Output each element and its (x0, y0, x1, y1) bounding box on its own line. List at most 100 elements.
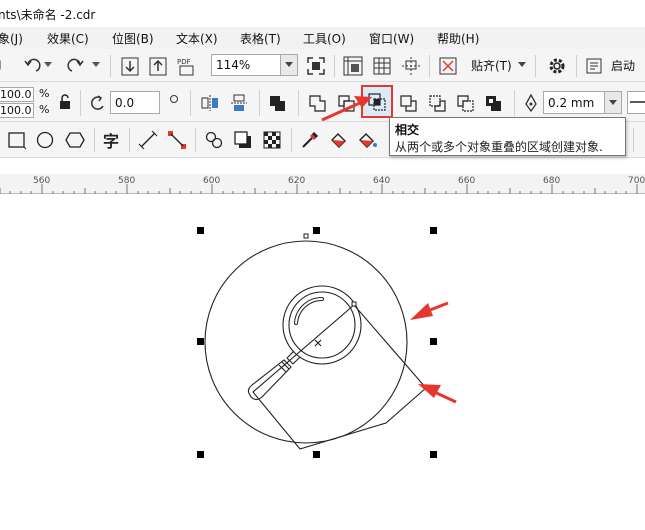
full-screen-icon[interactable] (305, 55, 327, 77)
scale-x-percent: % (39, 87, 50, 100)
publish-pdf-icon[interactable]: PDF (176, 55, 198, 77)
ruler-label: 600 (203, 176, 221, 186)
zoom-level-field[interactable]: 114% (211, 54, 281, 76)
parallel-dimension-icon[interactable] (137, 129, 159, 151)
window-title: nts\未命名 -2.cdr (0, 8, 96, 22)
menu-object[interactable]: 象(J) (0, 30, 23, 47)
svg-text:PDF: PDF (177, 58, 191, 66)
redo-dropdown-icon[interactable] (92, 61, 100, 69)
text-tool-icon[interactable]: 字 (100, 128, 122, 152)
ruler-label: 560 (33, 176, 51, 186)
toolbar-separator (129, 128, 130, 152)
grid-toggle-icon[interactable] (371, 55, 393, 77)
open-icon[interactable] (0, 57, 4, 73)
standard-toolbar: PDF 114% 贴齐(T) 启动 (0, 49, 645, 82)
toolbar-separator (535, 55, 536, 77)
ruler-label: 620 (288, 176, 306, 186)
ellipse-tool-icon[interactable] (35, 129, 57, 151)
annotation-arrow-icon (410, 301, 449, 320)
toolbar-separator (298, 90, 299, 116)
rectangle-shape[interactable] (252, 304, 427, 450)
annotation-arrow-icon (418, 384, 457, 404)
chevron-down-icon (285, 62, 293, 67)
snap-dropdown-icon[interactable] (518, 61, 526, 69)
launch-label[interactable]: 启动 (611, 57, 635, 74)
lock-ratio-icon[interactable] (58, 94, 72, 110)
node-handle[interactable] (351, 301, 357, 307)
toolbar-separator (291, 128, 292, 152)
outline-width-field[interactable]: 0.2 mm (543, 91, 605, 114)
menu-bitmaps[interactable]: 位图(B) (112, 30, 154, 47)
create-boundary-icon[interactable] (483, 92, 505, 114)
large-circle-shape[interactable] (204, 240, 408, 444)
undo-dropdown-icon[interactable] (44, 61, 52, 69)
simplify-icon[interactable] (398, 92, 420, 114)
callout-arrow-icon (321, 96, 372, 122)
ruler-label: 700 (628, 176, 645, 186)
mirror-vertical-icon[interactable] (228, 92, 250, 114)
toolbar-separator (190, 90, 191, 116)
ruler-toggle-icon[interactable] (342, 55, 364, 77)
import-icon[interactable] (120, 55, 140, 77)
transparency-tool-icon[interactable] (261, 129, 283, 151)
node-handle[interactable] (303, 233, 309, 239)
selection-handle-top-center[interactable] (313, 227, 320, 234)
ruler-label: 680 (543, 176, 561, 186)
menu-help[interactable]: 帮助(H) (437, 30, 479, 47)
interactive-fill-icon[interactable] (328, 129, 350, 151)
center-x-mark (314, 339, 322, 347)
selection-handle-top-left[interactable] (197, 227, 204, 234)
redo-icon[interactable] (66, 56, 86, 76)
blend-tool-icon[interactable] (203, 129, 225, 151)
toolbar-separator (576, 55, 577, 77)
zoom-dropdown-button[interactable] (281, 54, 298, 76)
selection-handle-bottom-right[interactable] (430, 451, 437, 458)
toolbar-separator (94, 128, 95, 152)
polygon-tool-icon[interactable] (64, 129, 86, 151)
selection-handle-top-right[interactable] (430, 227, 437, 234)
ruler-label: 640 (373, 176, 391, 186)
selection-handle-bottom-left[interactable] (197, 451, 204, 458)
undo-icon[interactable] (22, 56, 42, 76)
outline-width-dropdown[interactable] (605, 91, 622, 114)
export-icon[interactable] (148, 55, 168, 77)
title-bar: nts\未命名 -2.cdr (0, 0, 645, 27)
settings-gear-icon[interactable] (546, 55, 568, 77)
connector-tool-icon[interactable] (166, 129, 188, 151)
snap-to-label[interactable]: 贴齐(T) (471, 57, 512, 74)
outline-pen-icon (522, 92, 540, 114)
ruler-label: 660 (458, 176, 476, 186)
menu-window[interactable]: 窗口(W) (369, 30, 414, 47)
horizontal-ruler[interactable]: 560 580 600 620 640 660 680 700 (0, 174, 645, 194)
back-minus-front-icon[interactable] (455, 92, 477, 114)
magnifier-lens-inner[interactable] (288, 291, 356, 359)
menu-tools[interactable]: 工具(O) (303, 30, 346, 47)
menu-effects[interactable]: 效果(C) (47, 30, 89, 47)
menu-table[interactable]: 表格(T) (240, 30, 281, 47)
scale-x-field[interactable]: 100.0 (0, 87, 34, 102)
line-style-selector[interactable] (627, 91, 645, 114)
ruler-label: 580 (118, 176, 136, 186)
menu-text[interactable]: 文本(X) (176, 30, 218, 47)
degree-icon (167, 93, 181, 107)
drop-shadow-tool-icon[interactable] (232, 129, 254, 151)
selection-handle-bottom-center[interactable] (313, 451, 320, 458)
combine-icon[interactable] (267, 92, 289, 114)
guidelines-icon[interactable] (400, 55, 422, 77)
intersect-tooltip: 相交 从两个或多个对象重叠的区域创建对象. (389, 117, 626, 156)
lens-shine-inner (295, 297, 323, 324)
scale-y-field[interactable]: 100.0 (0, 103, 34, 118)
eyedropper-tool-icon[interactable] (299, 129, 321, 151)
launch-icon[interactable] (585, 57, 603, 75)
selection-handle-middle-right[interactable] (430, 338, 437, 345)
canvas-artwork[interactable] (0, 195, 645, 530)
smart-fill-icon[interactable] (357, 129, 379, 151)
rectangle-tool-icon[interactable] (6, 129, 28, 151)
tooltip-title: 相交 (395, 123, 420, 137)
tooltip-description: 从两个或多个对象重叠的区域创建对象. (395, 140, 603, 154)
snap-off-icon[interactable] (437, 55, 459, 77)
front-minus-back-icon[interactable] (427, 92, 449, 114)
rotation-angle-field[interactable]: 0.0 (110, 91, 160, 114)
mirror-horizontal-icon[interactable] (199, 92, 221, 114)
selection-handle-middle-left[interactable] (197, 338, 204, 345)
